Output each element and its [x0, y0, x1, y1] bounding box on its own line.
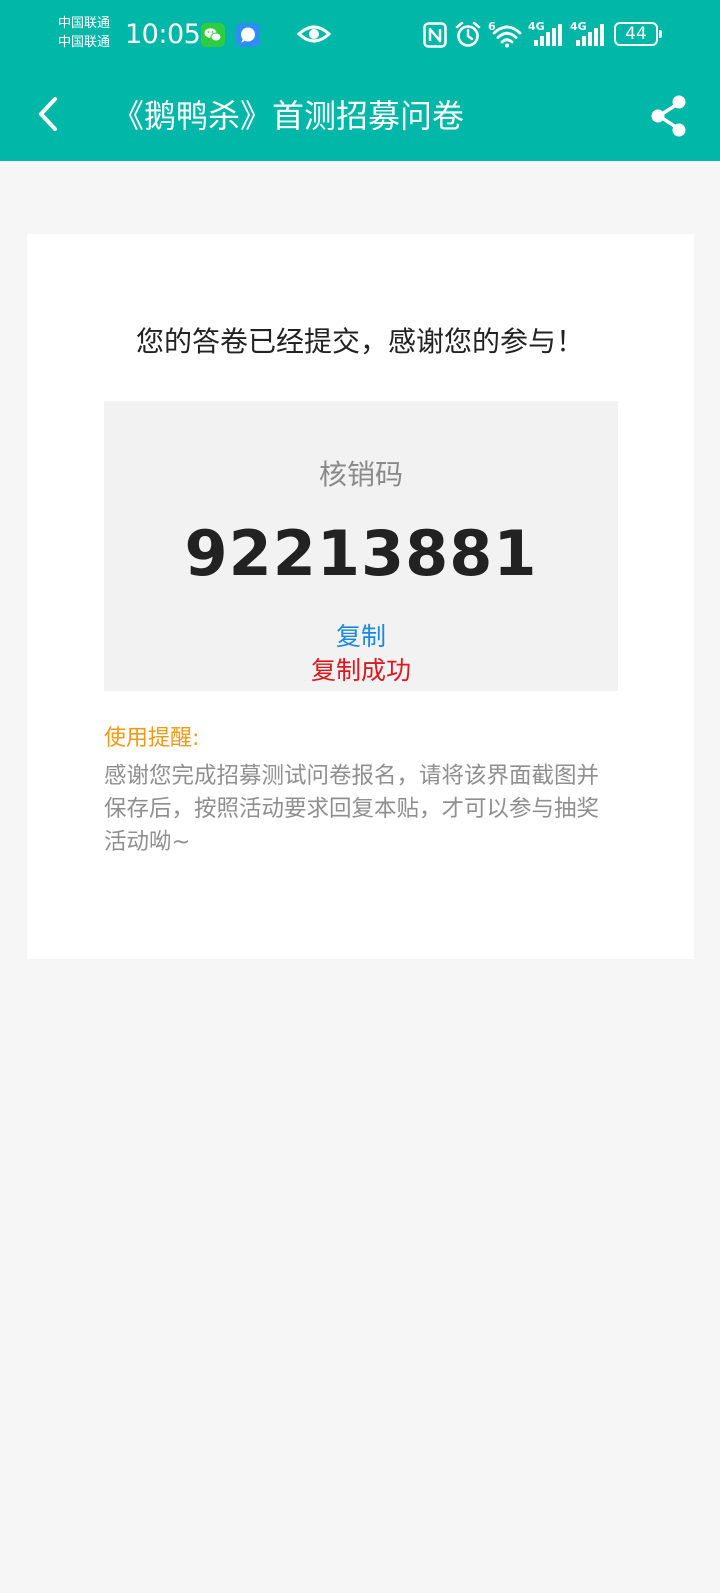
share-button[interactable]: [646, 92, 692, 140]
wifi-icon: [492, 25, 522, 48]
eye-icon: [297, 25, 331, 43]
page-title: 《鹅鸭杀》首测招募问卷: [112, 97, 465, 135]
battery-indicator: 44: [614, 22, 658, 46]
carrier-label-1: 中国联通: [58, 16, 111, 31]
usage-tip-body: 感谢您完成招募测试问卷报名，请将该界面截图并保存后，按照活动要求回复本贴，才可以…: [104, 763, 600, 855]
battery-cap: [659, 30, 662, 38]
app-header: 中国联通 中国联通 10:05 6 4G 4G 44 《鹅鸭杀》首测招募问卷: [0, 0, 720, 161]
copy-success-message: 复制成功: [310, 656, 411, 685]
wechat-icon: [201, 23, 225, 47]
thanks-message: 您的答卷已经提交，感谢您的参与！: [135, 325, 584, 358]
alarm-icon: [455, 21, 481, 47]
chevron-left-icon: [39, 97, 57, 131]
message-icon: [236, 23, 260, 47]
copy-button[interactable]: 复制: [311, 619, 411, 655]
carrier-label-2: 中国联通: [58, 35, 111, 50]
back-button[interactable]: [28, 90, 72, 138]
nfc-icon: [423, 22, 447, 48]
redeem-code-value: 92213881: [184, 517, 538, 590]
signal-icon: [576, 24, 604, 46]
signal-icon: [534, 24, 562, 46]
usage-tip-title: 使用提醒:: [104, 726, 200, 751]
redeem-code-box: 核销码 92213881 复制 复制成功: [104, 401, 618, 691]
redeem-code-label: 核销码: [318, 458, 403, 491]
carrier-info: 中国联通 中国联通: [58, 14, 110, 52]
battery-level: 44: [625, 24, 647, 44]
share-icon: [651, 95, 686, 137]
status-time: 10:05: [125, 19, 201, 50]
